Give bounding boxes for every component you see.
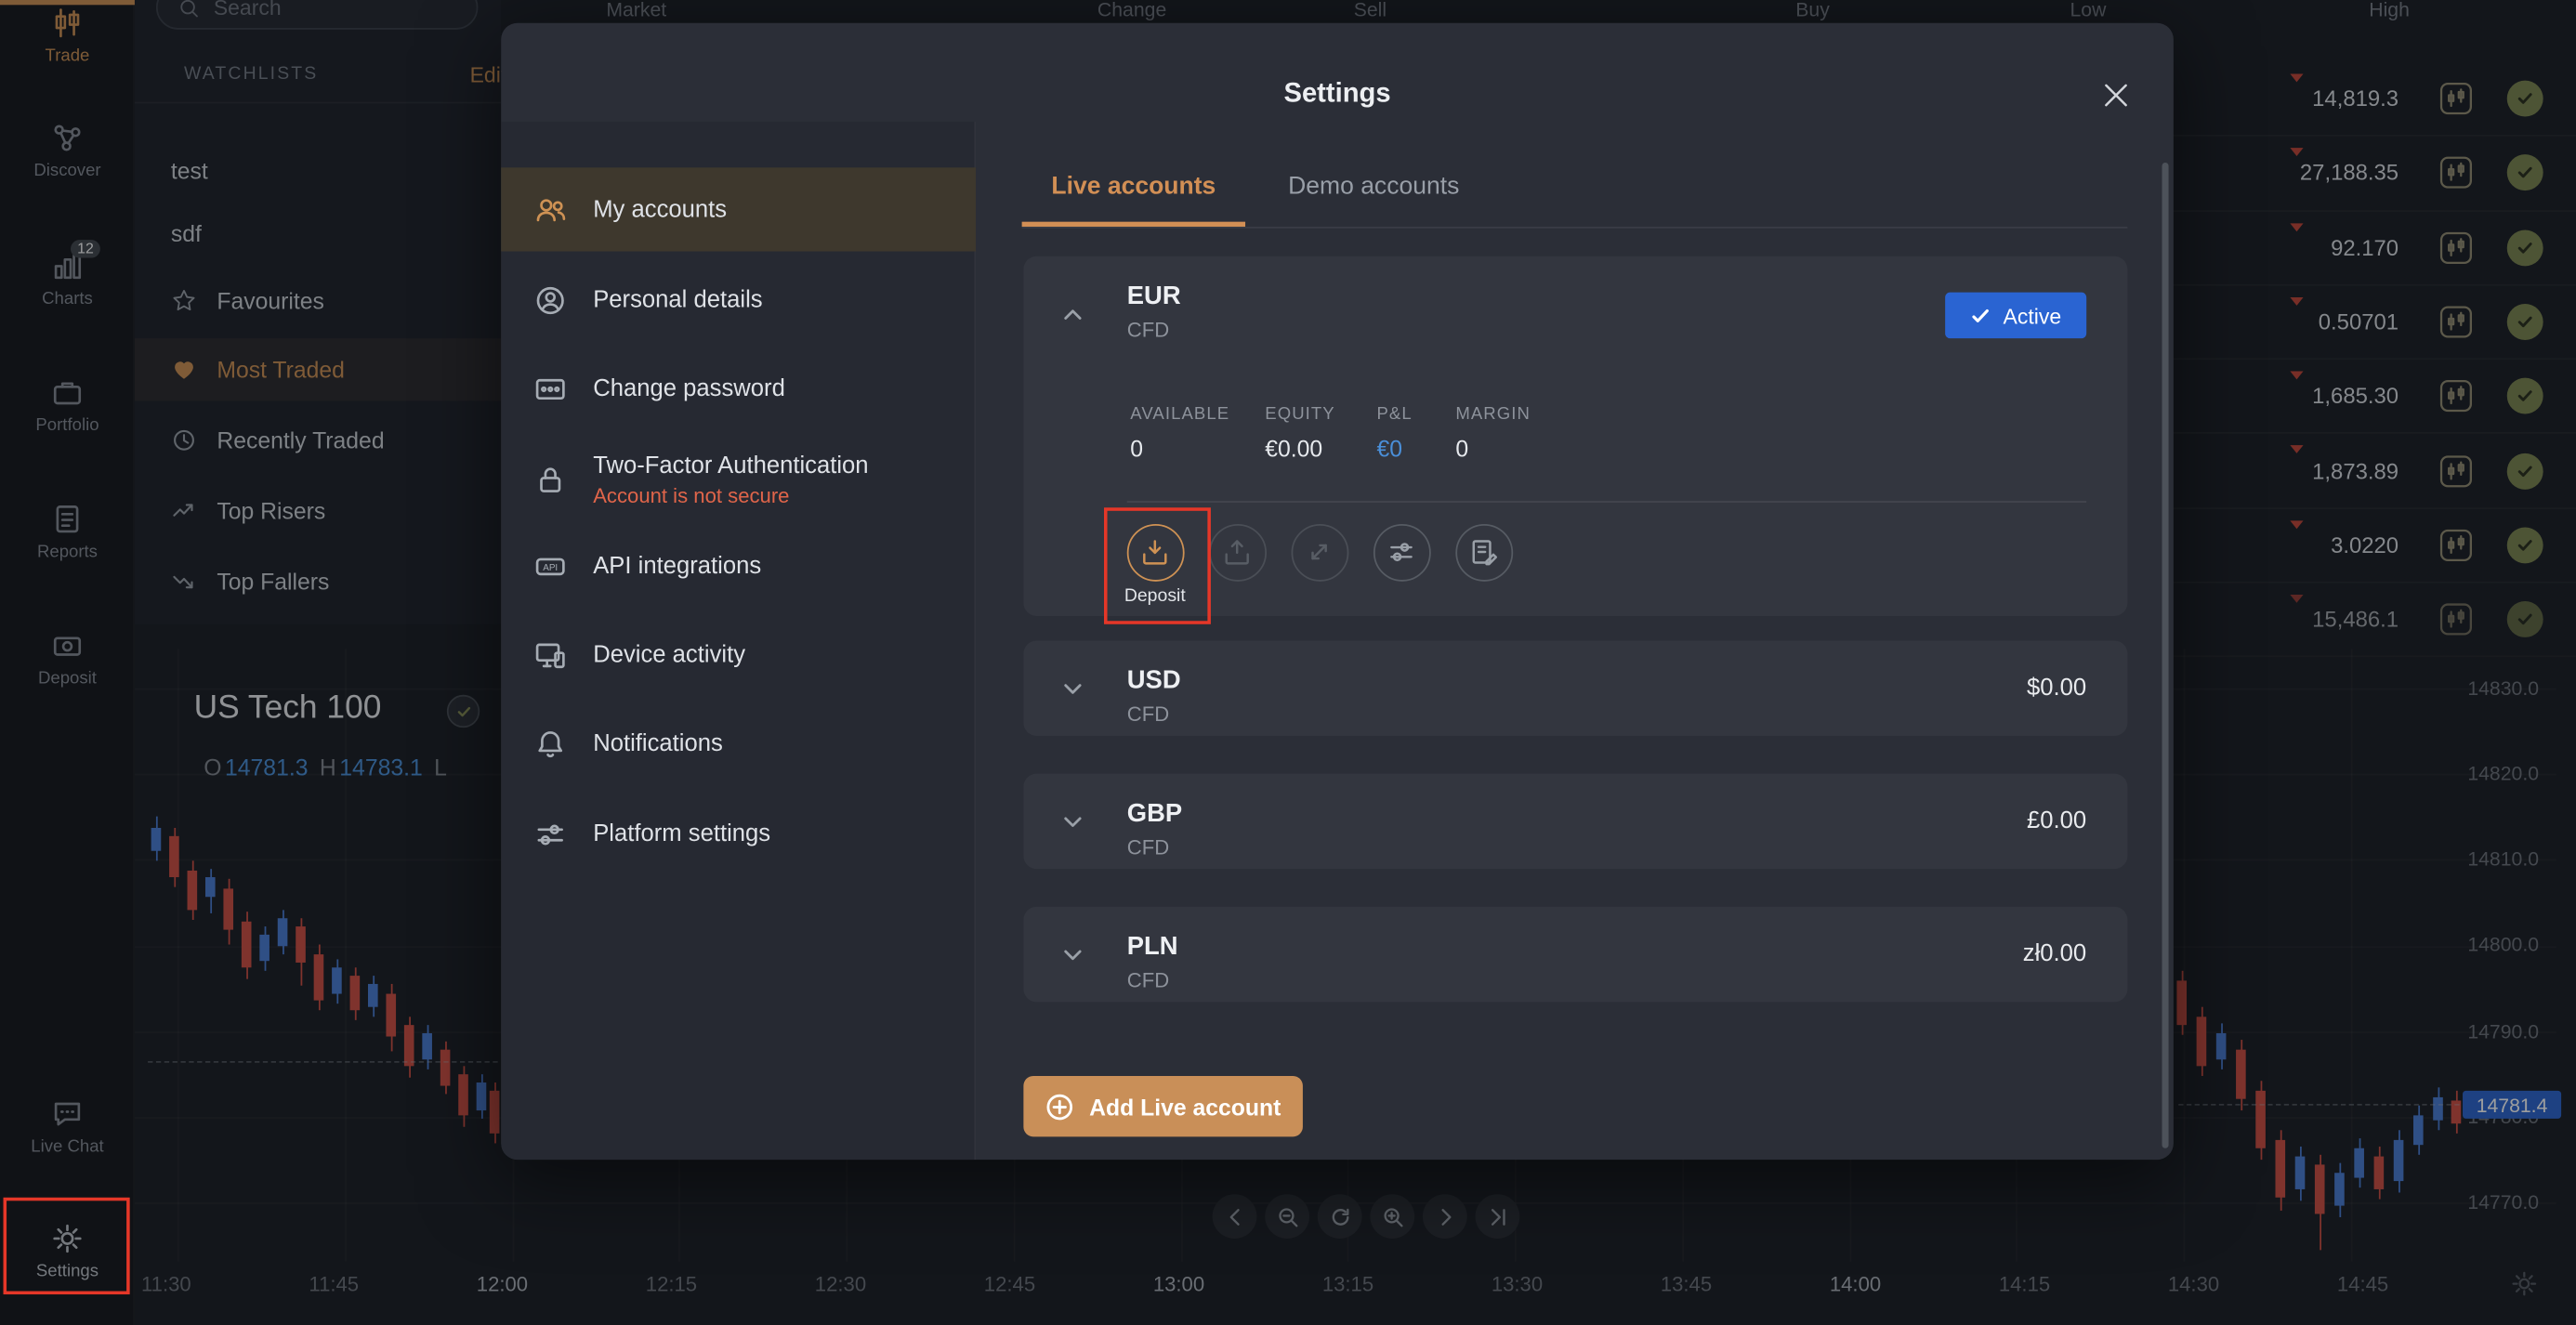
deposit-highlight-annotation [1104,507,1211,624]
plus-circle-icon [1046,1093,1073,1120]
api-icon: API [534,549,567,582]
bell-icon [534,727,567,759]
nav-item-label: Device activity [593,641,746,668]
nav-item-api-integrations[interactable]: API API integrations [501,524,976,608]
divider [1126,501,2087,503]
add-live-account-label: Add Live account [1089,1093,1281,1120]
modal-title: Settings [1283,78,1391,109]
transfer-action-button[interactable] [1290,523,1348,581]
nav-item-change-password[interactable]: Change password [501,347,976,430]
settings-nav: My accounts Personal details Change pass… [501,121,977,1161]
account-settings-action-button[interactable] [1373,523,1430,581]
toggles-icon [534,818,567,850]
account-balance: zł0.00 [2022,940,2087,968]
nav-item-label: Personal details [593,286,763,313]
app-viewport: Market Change Sell Buy Low High Trade Di… [0,0,2576,1325]
security-warning: Account is not secure [593,483,790,507]
account-code: EUR [1126,282,1181,311]
lock-icon [534,464,567,496]
nav-item-personal-details[interactable]: Personal details [501,258,976,342]
stat-pnl: P&L €0 [1376,403,1413,462]
nav-item-label: Change password [593,374,785,402]
account-card-pln[interactable]: PLN CFD zł0.00 [1023,906,2128,1003]
nav-item-my-accounts[interactable]: My accounts [501,167,977,252]
password-card-icon [534,372,567,404]
close-icon[interactable] [2098,77,2135,113]
account-code: GBP [1126,799,1183,829]
account-type: CFD [1126,835,1170,859]
chevron-up-icon[interactable] [1061,304,1084,327]
devices-icon [534,638,567,671]
nav-item-label: API integrations [593,552,762,580]
settings-highlight-annotation [3,1197,130,1295]
account-card-usd[interactable]: USD CFD $0.00 [1023,640,2128,737]
account-balance: £0.00 [2027,807,2087,835]
check-icon [1972,308,1990,322]
nav-item-device-activity[interactable]: Device activity [501,612,976,696]
modal-scrollbar[interactable] [2162,163,2169,1148]
nav-item-two-factor[interactable]: Two-Factor Authentication Account is not… [501,428,976,531]
nav-item-notifications[interactable]: Notifications [501,702,976,785]
users-icon [534,193,567,226]
chevron-down-icon[interactable] [1061,943,1084,966]
stat-margin: MARGIN 0 [1455,403,1531,462]
add-live-account-button[interactable]: Add Live account [1023,1075,1303,1137]
accounts-tabs: Live accounts Demo accounts [1021,151,2128,229]
account-type: CFD [1126,702,1170,727]
account-balance: $0.00 [2027,675,2087,702]
nav-item-label: Notifications [593,729,723,757]
settings-content: Live accounts Demo accounts EUR CFD Acti… [976,122,2174,1160]
active-status-label: Active [2003,303,2062,328]
nav-item-label: Platform settings [593,820,771,847]
settings-modal: Settings My accounts Personal details Ch… [501,22,2174,1161]
withdraw-action-button[interactable] [1208,523,1267,581]
account-card-gbp[interactable]: GBP CFD £0.00 [1023,773,2128,870]
svg-text:API: API [543,562,558,572]
account-type: CFD [1126,318,1170,342]
tab-demo-accounts[interactable]: Demo accounts [1258,151,1489,227]
account-type: CFD [1126,969,1170,992]
chevron-down-icon[interactable] [1061,810,1084,833]
stat-equity: EQUITY €0.00 [1265,403,1335,462]
tab-live-accounts[interactable]: Live accounts [1021,151,1246,227]
account-code: USD [1126,666,1181,695]
chevron-down-icon[interactable] [1061,676,1084,700]
nav-item-label: My accounts [593,196,728,223]
stat-available: AVAILABLE 0 [1130,403,1230,462]
nav-item-platform-settings[interactable]: Platform settings [501,792,976,875]
account-code: PLN [1126,933,1178,962]
statement-action-button[interactable] [1454,523,1513,581]
nav-item-label: Two-Factor Authentication [593,453,869,479]
active-status-badge: Active [1945,292,2087,339]
user-circle-icon [534,283,567,316]
